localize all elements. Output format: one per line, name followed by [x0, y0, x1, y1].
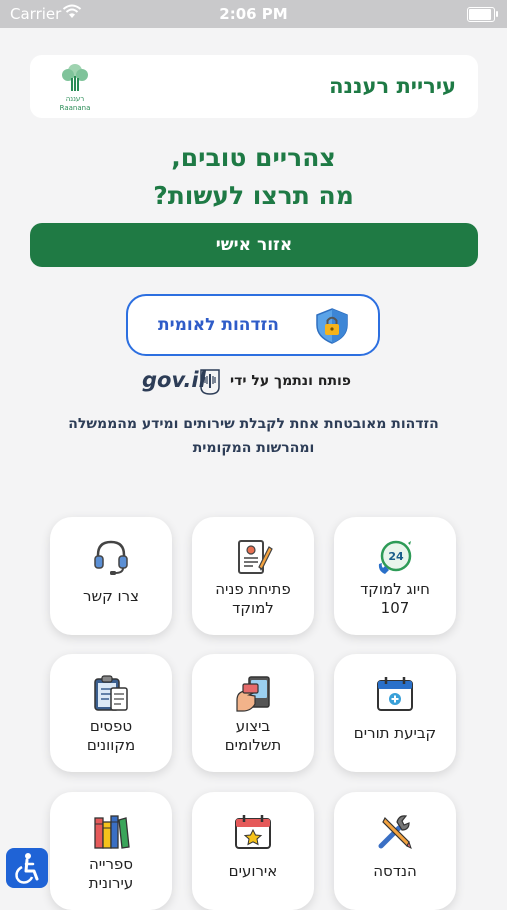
- description-line-1: הזדהות מאובטחת אחת לקבלת שירותים ומידע מ…: [68, 416, 439, 432]
- calendar-star-icon: [235, 815, 271, 849]
- logo-text-hebrew: רעננה: [65, 95, 85, 103]
- tile-appointments[interactable]: קביעת תורים: [334, 654, 456, 772]
- payment-card-icon: [236, 676, 270, 712]
- battery-icon: [467, 7, 498, 22]
- books-icon: [94, 815, 130, 849]
- raanana-logo: רעננה Raanana: [52, 60, 98, 114]
- tile-online-forms-label-2: מקוונים: [86, 736, 136, 754]
- logo-text-english: Raanana: [59, 104, 91, 112]
- shield-lock-icon: [316, 308, 348, 344]
- national-id-button[interactable]: הזדהות לאומית: [126, 294, 380, 356]
- status-bar: Carrier 2:06 PM: [0, 0, 507, 28]
- tile-payments[interactable]: ביצוע תשלומים: [192, 654, 314, 772]
- national-id-label: הזדהות לאומית: [158, 315, 279, 335]
- header-card: רעננה Raanana עיריית רעננה: [30, 55, 478, 118]
- tile-appointments-label: קביעת תורים: [353, 724, 437, 742]
- clipboard-forms-icon: [94, 675, 128, 711]
- tile-call-hotline-label-1: חיוג למוקד: [360, 580, 430, 598]
- tools-icon: [378, 815, 412, 849]
- status-time: 2:06 PM: [219, 5, 288, 23]
- greeting-line-2: מה תרצו לעשות?: [153, 181, 354, 210]
- wheelchair-icon: [15, 853, 39, 884]
- tile-contact-us[interactable]: צרו קשר: [50, 517, 172, 635]
- powered-by-text: פותח ונתמך על ידי: [230, 373, 352, 389]
- tile-engineering-label: הנדסה: [373, 862, 417, 880]
- accessibility-button[interactable]: [6, 848, 48, 888]
- calendar-plus-icon: [377, 677, 413, 711]
- tile-events-label: אירועים: [228, 862, 278, 880]
- gov-il-logo: gov.il: [142, 368, 206, 392]
- tile-library-label-1: ספרייה: [88, 855, 134, 873]
- tile-events[interactable]: אירועים: [192, 792, 314, 910]
- tile-open-request-label-2: למוקד: [232, 599, 274, 617]
- headset-icon: [94, 540, 128, 575]
- tile-library-label-2: עירונית: [88, 874, 134, 892]
- tile-payments-label-1: ביצוע: [235, 717, 271, 735]
- tile-contact-us-label: צרו קשר: [83, 587, 139, 605]
- personal-area-button[interactable]: אזור אישי: [30, 223, 478, 267]
- tile-online-forms-label-1: טפסים: [89, 717, 133, 735]
- tile-open-request-label-1: פתיחת פניה: [215, 580, 291, 598]
- tile-call-hotline[interactable]: 24 חיוג למוקד 107: [334, 517, 456, 635]
- municipality-title: עיריית רעננה: [329, 74, 456, 98]
- tile-payments-label-2: תשלומים: [224, 736, 282, 754]
- gov-attribution: gov.il פותח ונתמך על ידי: [0, 366, 507, 398]
- tile-online-forms[interactable]: טפסים מקוונים: [50, 654, 172, 772]
- description-line-2: ומהרשות המקומית: [192, 440, 315, 456]
- phone-24-icon: 24: [378, 540, 412, 574]
- tile-library[interactable]: ספרייה עירונית: [50, 792, 172, 910]
- request-form-icon: [238, 540, 273, 574]
- tree-logo-icon: [62, 64, 88, 91]
- tile-open-request[interactable]: פתיחת פניה למוקד: [192, 517, 314, 635]
- state-emblem-icon: [200, 369, 220, 395]
- greeting-line-1: צהריים טובים,: [171, 143, 336, 172]
- tile-engineering[interactable]: הנדסה: [334, 792, 456, 910]
- tile-call-hotline-label-2: 107: [380, 599, 410, 617]
- svg-text:24: 24: [388, 550, 404, 563]
